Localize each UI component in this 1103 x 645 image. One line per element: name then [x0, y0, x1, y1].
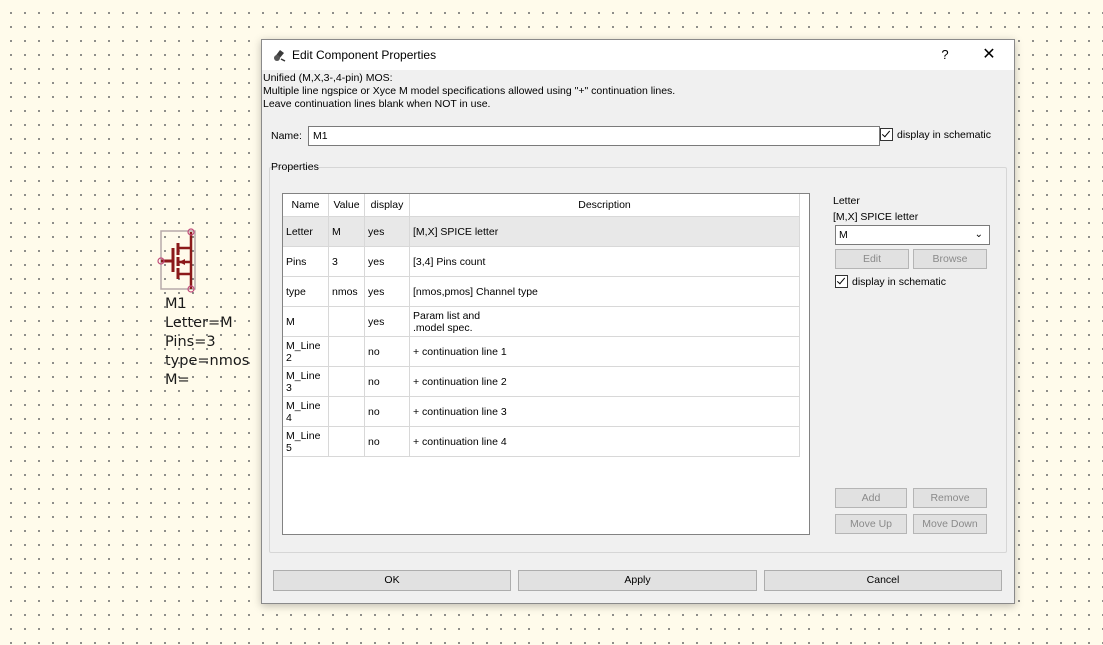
display-in-schematic-label: display in schematic: [897, 128, 991, 141]
cell-display[interactable]: yes: [364, 276, 410, 307]
chevron-down-icon: ⌄: [974, 229, 983, 240]
cell-name[interactable]: M: [283, 306, 329, 337]
component-label: M1: [165, 296, 187, 312]
table-row[interactable]: M yes Param list and .model spec.: [283, 306, 800, 337]
letter-select[interactable]: M ⌄: [835, 225, 990, 245]
property-editor-panel: Letter [M,X] SPICE letter M ⌄ Edit Brows…: [833, 193, 993, 534]
letter-select-value: M: [839, 229, 848, 241]
apply-button[interactable]: Apply: [518, 570, 757, 591]
display-in-schematic-checkbox[interactable]: [880, 128, 893, 141]
mosfet-component[interactable]: M1 Letter=M Pins=3 type=nmos M=: [155, 225, 260, 395]
table-header-row: Name Value display Description: [283, 194, 800, 217]
move-up-button[interactable]: Move Up: [835, 514, 907, 534]
property-title: Letter: [833, 195, 860, 207]
dialog-title: Edit Component Properties: [292, 48, 437, 62]
table-row[interactable]: M_Line 3 no + continuation line 2: [283, 366, 800, 397]
table-row[interactable]: M_Line 2 no + continuation line 1: [283, 336, 800, 367]
table-row[interactable]: Letter M yes [M,X] SPICE letter: [283, 216, 800, 247]
cell-description[interactable]: [nmos,pmos] Channel type: [409, 276, 800, 307]
cell-description[interactable]: [M,X] SPICE letter: [409, 216, 800, 247]
edit-component-properties-dialog: Edit Component Properties ? ✕ Unified (M…: [261, 39, 1015, 604]
cell-value[interactable]: [328, 366, 365, 397]
name-label: Name:: [271, 130, 302, 142]
help-button[interactable]: ?: [930, 44, 960, 66]
side-display-checkbox[interactable]: [835, 275, 848, 288]
cell-display[interactable]: no: [364, 366, 410, 397]
dialog-description: Unified (M,X,3-,4-pin) MOS: Multiple lin…: [263, 72, 675, 111]
close-button[interactable]: ✕: [974, 44, 1004, 66]
table-row[interactable]: M_Line 5 no + continuation line 4: [283, 426, 800, 457]
header-name[interactable]: Name: [283, 194, 329, 217]
remove-button[interactable]: Remove: [913, 488, 987, 508]
cell-name[interactable]: Pins: [283, 246, 329, 277]
move-down-button[interactable]: Move Down: [913, 514, 987, 534]
cell-description[interactable]: [3,4] Pins count: [409, 246, 800, 277]
name-input[interactable]: M1: [308, 126, 880, 146]
cell-value[interactable]: M: [328, 216, 365, 247]
dialog-titlebar[interactable]: Edit Component Properties ? ✕: [262, 40, 1014, 70]
cell-display[interactable]: yes: [364, 246, 410, 277]
cell-value[interactable]: [328, 336, 365, 367]
table-row[interactable]: type nmos yes [nmos,pmos] Channel type: [283, 276, 800, 307]
description-line: Leave continuation lines blank when NOT …: [263, 98, 491, 110]
cell-description[interactable]: + continuation line 2: [409, 366, 800, 397]
component-label: type=nmos: [165, 353, 250, 369]
header-description[interactable]: Description: [409, 194, 800, 217]
properties-table[interactable]: Name Value display Description Letter M …: [282, 193, 810, 535]
component-label: Letter=M: [165, 315, 233, 331]
table-row[interactable]: M_Line 4 no + continuation line 3: [283, 396, 800, 427]
table-row[interactable]: Pins 3 yes [3,4] Pins count: [283, 246, 800, 277]
add-button[interactable]: Add: [835, 488, 907, 508]
description-line: Multiple line ngspice or Xyce M model sp…: [263, 85, 676, 97]
cell-name[interactable]: M_Line 2: [283, 336, 329, 367]
property-subtitle: [M,X] SPICE letter: [833, 211, 919, 223]
component-label: Pins=3: [165, 334, 216, 350]
cell-display[interactable]: no: [364, 426, 410, 457]
cell-value[interactable]: [328, 306, 365, 337]
header-display[interactable]: display: [364, 194, 410, 217]
cell-name[interactable]: Letter: [283, 216, 329, 247]
ok-button[interactable]: OK: [273, 570, 511, 591]
name-display-checkbox-row[interactable]: display in schematic: [880, 128, 991, 141]
cell-name[interactable]: M_Line 5: [283, 426, 329, 457]
cell-display[interactable]: no: [364, 396, 410, 427]
cell-name[interactable]: M_Line 3: [283, 366, 329, 397]
cell-description[interactable]: Param list and .model spec.: [409, 306, 800, 337]
app-icon: [274, 50, 286, 62]
cell-name[interactable]: M_Line 4: [283, 396, 329, 427]
edit-button[interactable]: Edit: [835, 249, 909, 269]
cell-value[interactable]: [328, 426, 365, 457]
cell-description[interactable]: + continuation line 1: [409, 336, 800, 367]
browse-button[interactable]: Browse: [913, 249, 987, 269]
cell-description[interactable]: + continuation line 3: [409, 396, 800, 427]
cancel-button[interactable]: Cancel: [764, 570, 1002, 591]
component-labels: M1 Letter=M Pins=3 type=nmos M=: [165, 295, 249, 390]
description-line: Unified (M,X,3-,4-pin) MOS:: [263, 72, 393, 84]
cell-name[interactable]: type: [283, 276, 329, 307]
cell-display[interactable]: no: [364, 336, 410, 367]
properties-label: Properties: [271, 161, 319, 173]
side-display-checkbox-row[interactable]: display in schematic: [835, 275, 946, 288]
cell-value[interactable]: nmos: [328, 276, 365, 307]
cell-value[interactable]: [328, 396, 365, 427]
header-value[interactable]: Value: [328, 194, 365, 217]
cell-value[interactable]: 3: [328, 246, 365, 277]
component-label: M=: [165, 372, 190, 388]
cell-display[interactable]: yes: [364, 216, 410, 247]
mosfet-symbol-icon: [157, 228, 196, 293]
cell-description[interactable]: + continuation line 4: [409, 426, 800, 457]
side-display-label: display in schematic: [852, 275, 946, 288]
cell-display[interactable]: yes: [364, 306, 410, 337]
